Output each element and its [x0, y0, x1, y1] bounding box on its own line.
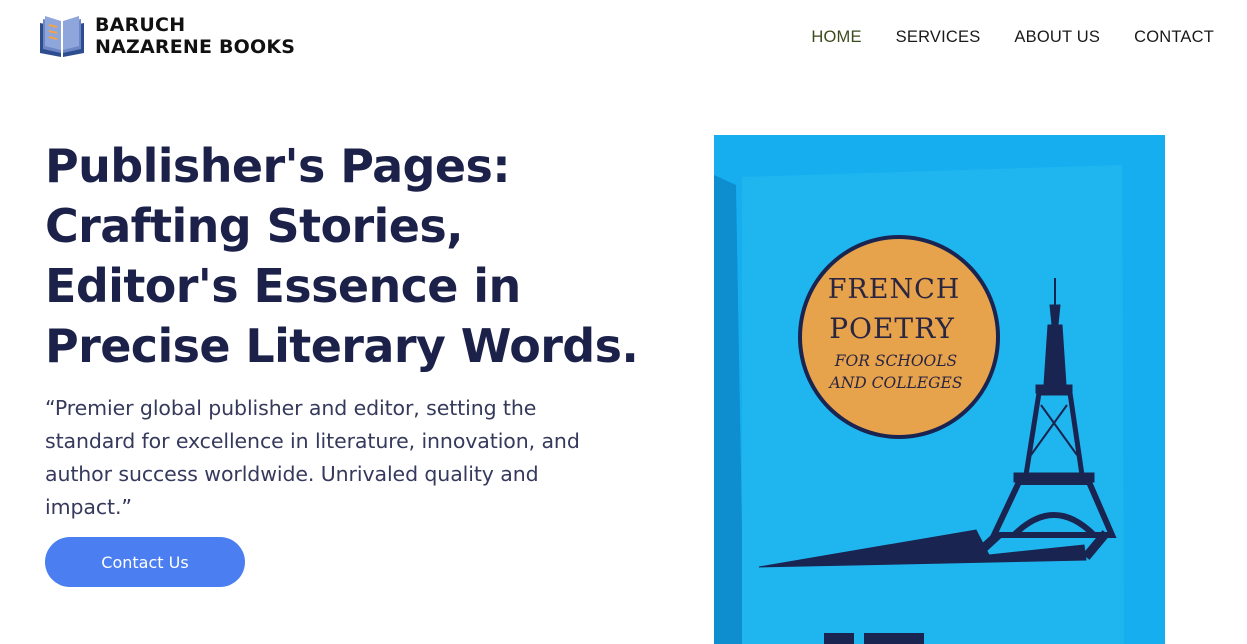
book-cover-illustration: FRENCH POETRY FOR SCHOOLS AND COLLEGES	[714, 135, 1165, 644]
main-nav: HOME SERVICES ABOUT US CONTACT	[777, 27, 1214, 47]
hero-title-line: Precise Literary Words.	[45, 319, 639, 373]
site-logo[interactable]: BARUCH NAZARENE BOOKS	[37, 13, 295, 59]
open-book-icon	[40, 16, 84, 57]
hero-quote-line: “Premier global publisher and editor, se…	[45, 396, 537, 420]
logo-line-2: NAZARENE BOOKS	[95, 36, 296, 58]
hero-quote-line: standard for excellence in literature, i…	[45, 429, 580, 453]
hero-quote-line: impact.”	[45, 495, 132, 519]
nav-contact[interactable]: CONTACT	[1134, 27, 1214, 47]
nav-home[interactable]: HOME	[811, 27, 861, 47]
hero-quote-line: author success worldwide. Unrivaled qual…	[45, 462, 539, 486]
hero-quote: “Premier global publisher and editor, se…	[45, 392, 645, 524]
hero-title: Publisher's Pages: Crafting Stories, Edi…	[45, 136, 665, 376]
cover-subtitle-line-2: AND COLLEGES	[828, 374, 963, 392]
contact-us-button[interactable]: Contact Us	[45, 537, 245, 587]
cover-subtitle-line-1: FOR SCHOOLS	[834, 352, 957, 370]
cover-title-line-2: POETRY	[829, 312, 955, 345]
nav-services[interactable]: SERVICES	[896, 27, 981, 47]
hero-title-line: Crafting Stories,	[45, 199, 464, 253]
nav-about-us[interactable]: ABOUT US	[1014, 27, 1100, 47]
hero-title-line: Publisher's Pages:	[45, 139, 511, 193]
hero-title-line: Editor's Essence in	[45, 259, 521, 313]
book-cover-image: FRENCH POETRY FOR SCHOOLS AND COLLEGES	[714, 135, 1165, 644]
cover-title-line-1: FRENCH	[828, 274, 961, 305]
logo-text: BARUCH NAZARENE BOOKS	[95, 14, 295, 58]
logo-line-1: BARUCH	[95, 14, 186, 36]
